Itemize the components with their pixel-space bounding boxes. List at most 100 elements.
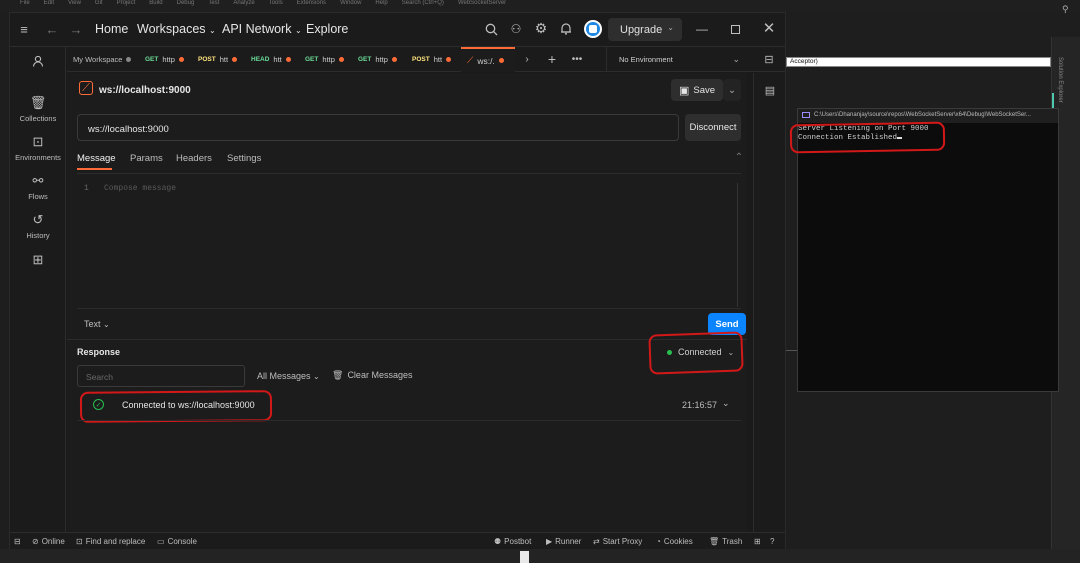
unsaved-dot	[391, 57, 397, 62]
vs-menu-item[interactable]: Git	[95, 0, 103, 10]
solution-explorer-label[interactable]: Solution Explorer	[1057, 57, 1063, 103]
tab-message[interactable]: Message	[77, 153, 116, 164]
minimize-icon[interactable]: —	[695, 22, 709, 36]
request-tab[interactable]: GET http	[145, 47, 184, 72]
search-icon[interactable]	[483, 21, 499, 37]
unsaved-dot	[232, 57, 238, 62]
request-tab[interactable]: HEAD htt	[251, 47, 291, 72]
method-label: GET	[358, 56, 372, 63]
vs-menu-item[interactable]: Project	[117, 0, 136, 10]
console-title-bar[interactable]: C:\Users\Dhananjay\source\repos\WebSocke…	[798, 109, 1058, 123]
close-icon[interactable]: ✕	[761, 20, 777, 37]
new-tab-plus-icon[interactable]: +	[545, 51, 559, 67]
back-arrow-icon[interactable]: ←	[44, 21, 60, 37]
sidebar-item-collections[interactable]: 🗑 Collections	[10, 95, 66, 123]
toggle-sidebar-icon[interactable]: ⊟	[14, 537, 21, 546]
unsaved-dot	[498, 58, 504, 63]
clear-messages-button[interactable]: 🗑 Clear Messages	[332, 370, 412, 381]
chevron-down-icon: ⌄	[732, 54, 740, 64]
postman-window: ≡ ← → Home Workspaces ⌄ API Network ⌄ Ex…	[9, 12, 786, 549]
vs-menu-item[interactable]: Extensions	[297, 0, 326, 10]
vs-search[interactable]: Search (Ctrl+Q)	[402, 0, 444, 10]
trash-button[interactable]: 🗑 Trash	[709, 537, 742, 546]
chevron-right-icon[interactable]: ›	[521, 53, 533, 65]
disconnect-button[interactable]: Disconnect	[685, 114, 741, 141]
vs-menu-item[interactable]: Window	[340, 0, 361, 10]
request-tab[interactable]: POST htt	[412, 47, 452, 72]
runner-button[interactable]: ▶ Runner	[546, 537, 581, 546]
message-filter-dropdown[interactable]: All Messages ⌄	[257, 371, 320, 381]
vs-dropdown[interactable]: Acceptor)	[786, 57, 1051, 67]
find-replace-button[interactable]: ⊡ Find and replace	[76, 537, 145, 546]
vs-menu-item[interactable]: File	[20, 0, 30, 10]
sidebar-item-history[interactable]: ↺ History	[10, 212, 66, 240]
save-options-button[interactable]: ⌄	[723, 79, 741, 101]
editor-scrollbar[interactable]	[737, 183, 738, 307]
vs-menu-item[interactable]: Test	[208, 0, 219, 10]
vs-menu-item[interactable]: Tools	[269, 0, 283, 10]
maximize-icon[interactable]	[728, 22, 742, 36]
postbot-button[interactable]: ⚉ Postbot	[494, 537, 531, 546]
cookies-button[interactable]: ◔ Cookies	[656, 537, 693, 546]
online-status[interactable]: ⊘ Online	[32, 537, 65, 546]
tab-params[interactable]: Params	[130, 153, 163, 164]
workspaces-menu[interactable]: Workspaces ⌄	[137, 22, 216, 36]
chevron-down-icon[interactable]: ⌄	[722, 398, 730, 409]
sidebar-item-flows[interactable]: ⚯ Flows	[10, 173, 66, 201]
url-input[interactable]: ws://localhost:9000	[77, 114, 679, 141]
console-button[interactable]: ▭ Console	[157, 537, 197, 546]
request-tab[interactable]: GET http	[305, 47, 344, 72]
console-window[interactable]: C:\Users\Dhananjay\source\repos\WebSocke…	[789, 108, 1059, 392]
menu-icon[interactable]: ≡	[16, 21, 32, 37]
documentation-icon[interactable]: ▤	[763, 83, 777, 97]
settings-gear-icon[interactable]: ⚙	[533, 20, 549, 36]
desktop-left-strip	[0, 12, 9, 563]
save-button[interactable]: ▣ Save	[671, 79, 723, 101]
upgrade-button[interactable]: Upgrade ⌄	[608, 18, 682, 41]
method-label: POST	[412, 56, 430, 63]
help-icon[interactable]: ?	[770, 537, 774, 546]
explore-link[interactable]: Explore	[306, 22, 348, 36]
forward-arrow-icon[interactable]: →	[68, 21, 84, 37]
pin-icon[interactable]: ⚲	[1062, 4, 1069, 15]
notification-bell-icon[interactable]	[558, 20, 574, 36]
vs-menu-item[interactable]: View	[68, 0, 81, 10]
compose-message-editor[interactable]: Compose message	[104, 184, 176, 193]
chevron-down-icon: ⌄	[667, 23, 674, 32]
collapse-icon[interactable]: ⌃	[733, 151, 745, 163]
websocket-request-icon: ⟋	[79, 81, 93, 95]
method-label: POST	[198, 56, 216, 63]
tab-headers[interactable]: Headers	[176, 153, 212, 164]
response-search-input[interactable]: Search	[77, 365, 245, 387]
format-dropdown[interactable]: Text ⌄	[84, 319, 110, 329]
avatar[interactable]	[584, 20, 602, 38]
user-icon[interactable]	[31, 54, 45, 68]
vs-menu-item[interactable]: Analyze	[233, 0, 254, 10]
vs-menu-item[interactable]: Edit	[44, 0, 54, 10]
environment-label: No Environment	[619, 55, 673, 64]
sidebar-item-apps[interactable]: ⊞	[10, 252, 66, 271]
request-title[interactable]: ws://localhost:9000	[99, 85, 191, 96]
vs-menu-item[interactable]: Build	[149, 0, 162, 10]
request-tab[interactable]: POST htt	[198, 47, 238, 72]
request-tab-active[interactable]: ⟋ ws:/.	[461, 47, 515, 72]
home-link[interactable]: Home	[95, 22, 128, 36]
request-tab[interactable]: GET http	[358, 47, 397, 72]
environment-selector[interactable]: No Environment ⌄	[606, 47, 746, 72]
layout-icon[interactable]: ⊞	[754, 537, 761, 546]
sidebar-item-environments[interactable]: ⊡ Environments	[10, 134, 66, 162]
api-network-menu[interactable]: API Network ⌄	[222, 22, 302, 36]
start-proxy-button[interactable]: ⇄ Start Proxy	[593, 537, 642, 546]
chevron-down-icon: ⌄	[294, 26, 302, 35]
vs-menu-item[interactable]: Help	[375, 0, 387, 10]
tab-settings[interactable]: Settings	[227, 153, 261, 164]
environment-quicklook-icon[interactable]: ⊟	[762, 52, 776, 66]
taskbar-item[interactable]	[520, 551, 529, 563]
tab-name: htt	[219, 55, 229, 64]
console-title: C:\Users\Dhananjay\source\repos\WebSocke…	[814, 112, 1031, 118]
more-options-icon[interactable]: •••	[570, 52, 584, 66]
invite-user-icon[interactable]: ⚇	[508, 21, 524, 37]
trash-icon: 🗑	[709, 537, 720, 546]
vs-menu-item[interactable]: Debug	[177, 0, 195, 10]
workspace-tab[interactable]: My Workspace	[73, 47, 132, 72]
